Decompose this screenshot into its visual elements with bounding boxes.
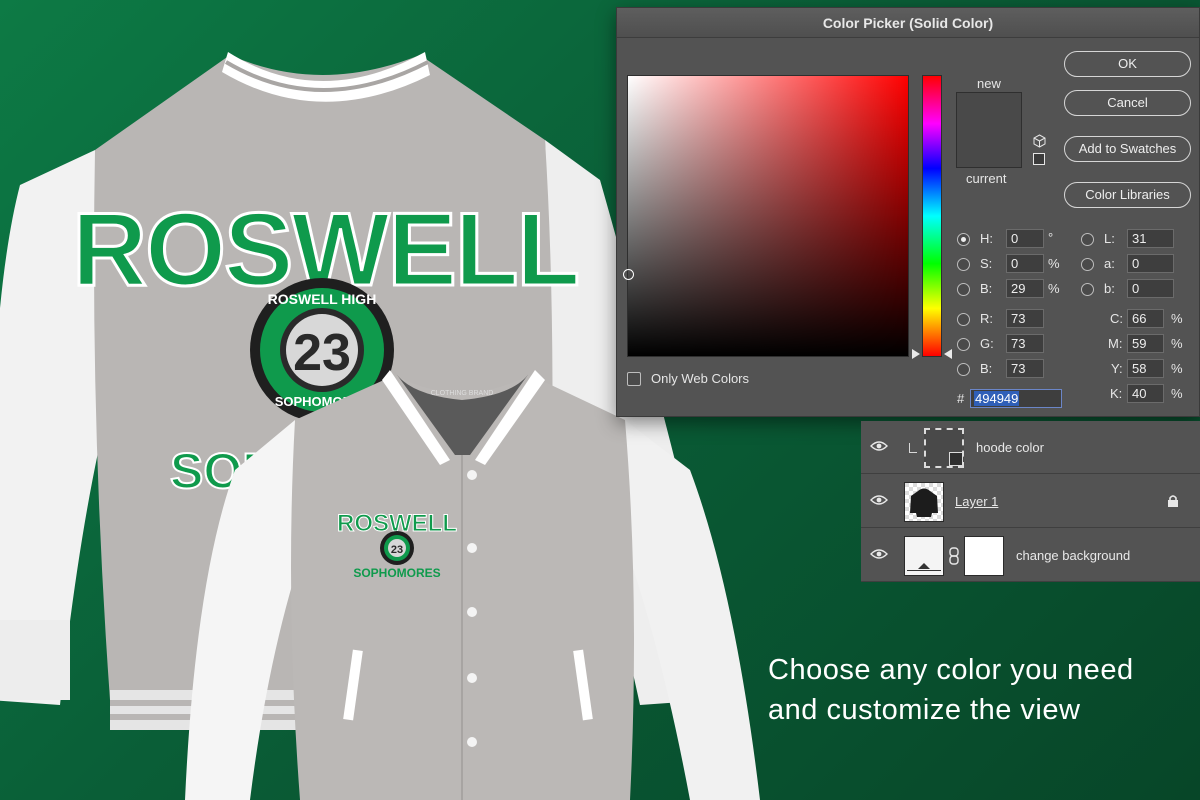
lab-a-radio[interactable] <box>1081 258 1094 271</box>
black-field[interactable]: 40 <box>1127 384 1164 403</box>
saturation-unit: % <box>1048 256 1060 271</box>
add-to-swatches-button[interactable]: Add to Swatches <box>1064 136 1191 162</box>
hue-unit: ° <box>1048 230 1054 245</box>
green-radio[interactable] <box>957 338 970 351</box>
hex-label: # <box>957 391 965 406</box>
yellow-field[interactable]: 58 <box>1127 359 1164 378</box>
tagline: Choose any color you need and customize … <box>768 650 1188 730</box>
cyan-label: C: <box>1110 311 1123 326</box>
layer-name: change background <box>1016 548 1131 563</box>
yellow-unit: % <box>1171 361 1183 376</box>
web-safe-warning-icon[interactable] <box>1033 153 1045 165</box>
lab-l-label: L: <box>1104 231 1115 246</box>
eye-icon[interactable] <box>870 440 888 452</box>
saturation-field[interactable]: 0 <box>1006 254 1044 273</box>
back-badge-top: ROSWELL HIGH <box>268 291 377 307</box>
color-libraries-button[interactable]: Color Libraries <box>1064 182 1191 208</box>
saturation-label: S: <box>980 256 993 271</box>
lab-b-label: b: <box>1104 281 1115 296</box>
blue-radio[interactable] <box>957 363 970 376</box>
blue-field[interactable]: 73 <box>1006 359 1044 378</box>
layers-panel: hoode color Layer 1 change background <box>861 421 1200 582</box>
blue-label: B: <box>980 361 993 376</box>
cancel-button[interactable]: Cancel <box>1064 90 1191 116</box>
red-label: R: <box>980 311 993 326</box>
out-of-gamut-cube-icon[interactable] <box>1033 134 1046 148</box>
hue-label: H: <box>980 231 993 246</box>
lab-b-field[interactable]: 0 <box>1127 279 1174 298</box>
lab-l-field[interactable]: 31 <box>1127 229 1174 248</box>
front-collar-label: CLOTHING BRAND <box>431 390 494 397</box>
eye-icon[interactable] <box>870 548 888 560</box>
layer-name: hoode color <box>976 440 1044 455</box>
red-radio[interactable] <box>957 313 970 326</box>
brightness-field[interactable]: 29 <box>1006 279 1044 298</box>
color-picker-dialog: Color Picker (Solid Color) new current O… <box>616 7 1200 417</box>
hex-field[interactable]: 494949 <box>970 389 1062 408</box>
current-color-label: current <box>966 171 1007 186</box>
hoodie-thumbnail <box>904 482 944 522</box>
brightness-radio[interactable] <box>957 283 970 296</box>
brightness-unit: % <box>1048 281 1060 296</box>
cyan-field[interactable]: 66 <box>1127 309 1164 328</box>
chain-link-icon[interactable] <box>949 547 959 565</box>
ok-button[interactable]: OK <box>1064 51 1191 77</box>
hue-slider[interactable] <box>922 75 942 357</box>
eye-icon[interactable] <box>870 494 888 506</box>
magenta-label: M: <box>1108 336 1123 351</box>
magenta-unit: % <box>1171 336 1183 351</box>
lab-a-field[interactable]: 0 <box>1127 254 1174 273</box>
lab-b-radio[interactable] <box>1081 283 1094 296</box>
cyan-unit: % <box>1171 311 1183 326</box>
dialog-title: Color Picker (Solid Color) <box>617 8 1199 38</box>
green-field[interactable]: 73 <box>1006 334 1044 353</box>
saturation-radio[interactable] <box>957 258 970 271</box>
tagline-line-2: and customize the view <box>768 694 1081 726</box>
new-color-label: new <box>977 76 1001 91</box>
clipping-mask-icon <box>909 443 917 453</box>
hue-slider-right-handle[interactable] <box>944 349 952 359</box>
back-badge-number: 23 <box>293 324 351 382</box>
front-lower-text: SOPHOMORES <box>353 566 440 580</box>
lock-icon <box>1168 495 1178 507</box>
green-label: G: <box>980 336 994 351</box>
fill-layer-badge-icon <box>949 452 963 466</box>
lab-a-label: a: <box>1104 256 1115 271</box>
black-label: K: <box>1110 386 1123 401</box>
layer-name: Layer 1 <box>955 494 999 509</box>
front-badge-number: 23 <box>391 544 403 556</box>
new-current-swatch <box>956 92 1022 168</box>
layer-row-hoode-color[interactable]: hoode color <box>861 421 1200 474</box>
hex-value: 494949 <box>974 391 1020 406</box>
layer-row-change-background[interactable]: change background <box>861 529 1200 582</box>
hue-field[interactable]: 0 <box>1006 229 1044 248</box>
layer-row-layer-1[interactable]: Layer 1 <box>861 475 1200 528</box>
lab-l-radio[interactable] <box>1081 233 1094 246</box>
only-web-colors-checkbox[interactable] <box>627 372 641 386</box>
hue-slider-left-handle[interactable] <box>912 349 920 359</box>
layer-mask-thumbnail <box>964 536 1004 576</box>
magenta-field[interactable]: 59 <box>1127 334 1164 353</box>
only-web-colors-label: Only Web Colors <box>651 371 750 386</box>
levels-triangle-icon <box>918 563 930 569</box>
color-field-marker[interactable] <box>623 269 634 280</box>
hue-radio[interactable] <box>957 233 970 246</box>
brightness-label: B: <box>980 281 993 296</box>
hoodie-silhouette-icon <box>910 488 938 517</box>
red-field[interactable]: 73 <box>1006 309 1044 328</box>
levels-adjustment-thumbnail <box>904 536 944 576</box>
yellow-label: Y: <box>1111 361 1123 376</box>
black-unit: % <box>1171 386 1183 401</box>
tagline-line-1: Choose any color you need <box>768 654 1134 686</box>
saturation-brightness-field[interactable] <box>623 75 909 357</box>
